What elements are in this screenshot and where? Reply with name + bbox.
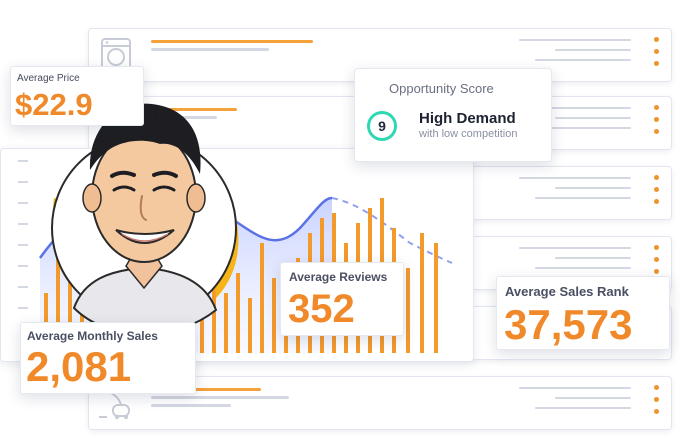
average-price-value: $22.9 [15,87,93,122]
opportunity-headline: High Demand [419,110,516,127]
row-line [555,49,631,51]
average-sales-rank-label: Average Sales Rank [505,284,629,299]
kebab-menu-icon[interactable] [654,245,659,274]
opportunity-score-title: Opportunity Score [389,81,494,96]
row-bar [151,48,269,51]
average-reviews-label: Average Reviews [289,270,388,284]
average-sales-rank-value: 37,573 [504,301,633,348]
average-monthly-sales-value: 2,081 [26,343,132,390]
kebab-menu-icon[interactable] [654,385,659,414]
average-reviews-value: 352 [288,287,355,331]
row-line [535,59,631,61]
opportunity-score-badge: 9 [367,111,397,141]
kebab-menu-icon[interactable] [654,105,659,134]
row-line [555,397,631,399]
row-line [535,407,631,409]
row-line [555,117,631,119]
row-line [519,387,631,389]
chart-bar [260,243,264,353]
row-line [535,197,631,199]
kebab-menu-icon[interactable] [654,175,659,204]
average-price-card: Average Price $22.9 [10,66,144,126]
row-bar [151,40,313,43]
row-bar [151,396,289,399]
opportunity-score-card: Opportunity Score 9 High Demand with low… [354,68,552,162]
row-bar [151,404,231,407]
average-monthly-sales-label: Average Monthly Sales [27,329,158,343]
row-line [519,247,631,249]
row-line [519,39,631,41]
average-price-label: Average Price [17,73,80,84]
chart-bar [272,278,276,353]
row-line [555,187,631,189]
chart-bar [248,298,252,353]
row-line [519,177,631,179]
average-reviews-card: Average Reviews 352 [280,262,404,336]
average-sales-rank-card: Average Sales Rank 37,573 [496,276,670,350]
average-monthly-sales-card: Average Monthly Sales 2,081 [20,322,196,394]
row-line [555,257,631,259]
kebab-menu-icon[interactable] [654,37,659,66]
chart-bar [434,243,438,353]
chart-bar [420,233,424,353]
row-line [535,267,631,269]
opportunity-subline: with low competition [419,128,518,140]
chart-bar [406,268,410,353]
